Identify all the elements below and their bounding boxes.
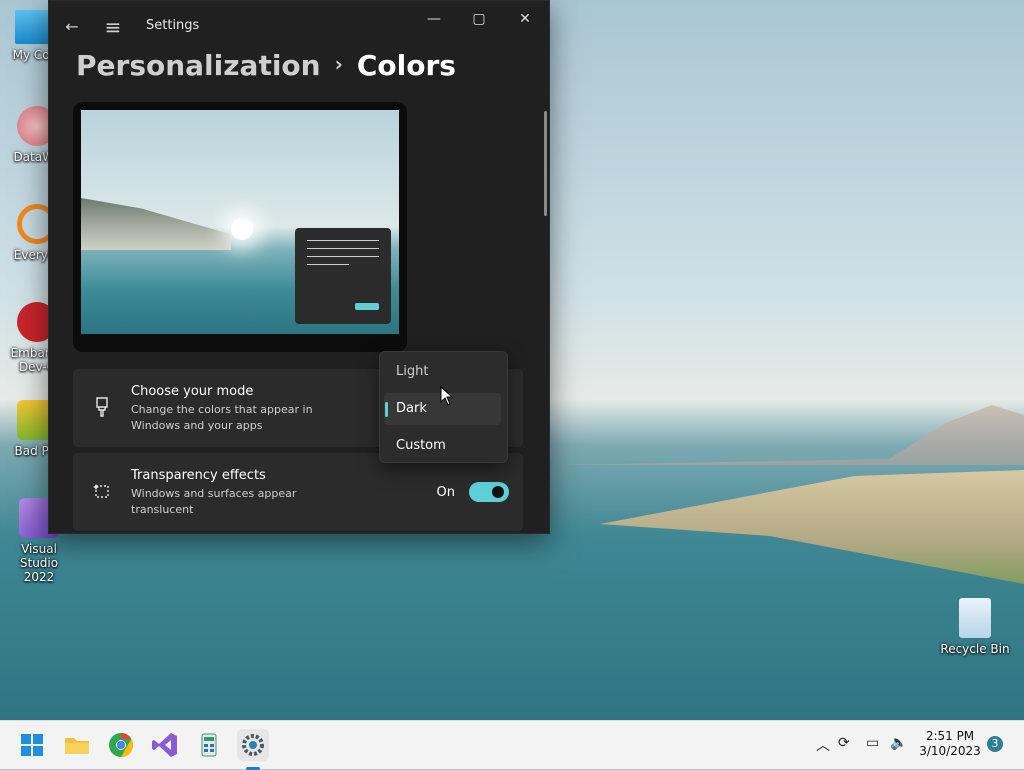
preview-text-line — [307, 264, 349, 265]
card-title: Choose your mode — [131, 384, 254, 399]
menu-icon[interactable]: ≡ — [101, 15, 125, 39]
preview-land — [81, 198, 231, 250]
settings-window: ← ≡ Settings — ▢ ✕ Personalization › Color… — [48, 0, 550, 534]
preview-text-line — [307, 248, 379, 249]
breadcrumb-parent-link[interactable]: Personalization — [76, 49, 321, 82]
desktop-icon-label: Recycle Bin — [940, 642, 1010, 656]
window-title: Settings — [146, 18, 200, 33]
toggle-knob — [492, 486, 504, 498]
start-icon — [21, 734, 43, 756]
preview-wallpaper — [81, 110, 399, 334]
clock-date: 3/10/2023 — [919, 744, 981, 758]
card-title: Transparency effects — [131, 468, 266, 483]
title-bar: ← ≡ Settings — ▢ ✕ — [49, 1, 549, 51]
desktop-icon-label-2: 2022 — [23, 570, 55, 584]
chrome-icon — [109, 733, 134, 757]
recycle-bin-icon — [959, 598, 991, 638]
file-explorer-icon — [65, 738, 89, 754]
breadcrumb: Personalization › Colors — [76, 49, 456, 82]
card-description: Change the colors that appear in Windows… — [131, 403, 313, 432]
show-hidden-icons-chevron-up-icon[interactable]: ︿ — [816, 735, 830, 755]
minimize-button[interactable]: — — [412, 7, 456, 31]
paintbrush-icon — [91, 397, 113, 419]
theme-preview — [73, 102, 407, 352]
clock-time: 2:51 PM — [925, 729, 975, 743]
dropdown-option-custom[interactable]: Custom — [384, 430, 501, 462]
desktop-icon-recycle-bin[interactable]: Recycle Bin — [937, 598, 1013, 656]
start-button[interactable] — [16, 729, 48, 761]
visual-studio-icon — [152, 733, 177, 757]
dropdown-option-label: Dark — [396, 401, 427, 416]
settings-button[interactable] — [237, 729, 269, 770]
preview-window-sample — [295, 228, 391, 324]
mode-dropdown-menu: Light Dark Custom — [379, 351, 508, 463]
mouse-cursor — [440, 386, 454, 406]
volume-icon[interactable]: 🔈 — [890, 735, 907, 751]
wallpaper-hills — [560, 405, 1024, 465]
settings-icon — [242, 734, 264, 756]
dropdown-option-light[interactable]: Light — [384, 356, 501, 388]
card-description: Windows and surfaces appear translucent — [131, 487, 297, 516]
network-icon[interactable]: ▭ — [866, 735, 879, 751]
back-icon[interactable]: ← — [60, 15, 84, 39]
calculator-icon — [201, 733, 217, 757]
chrome-button[interactable] — [105, 729, 137, 761]
sync-icon[interactable]: ⟳ — [838, 735, 850, 751]
preview-sun — [231, 218, 253, 240]
selection-indicator — [385, 402, 388, 417]
clock[interactable]: 2:51 PM 3/10/2023 — [915, 729, 985, 759]
file-explorer-button[interactable] — [61, 729, 93, 761]
desktop-icon-label: Visual Studio — [19, 542, 59, 570]
preview-accent-button — [355, 303, 379, 310]
scrollbar-thumb[interactable] — [544, 111, 547, 216]
taskbar: ︿ ⟳ ▭ 🔈 2:51 PM 3/10/2023 — [0, 720, 1024, 770]
maximize-button[interactable]: ▢ — [457, 7, 501, 31]
toggle-state-label: On — [436, 485, 455, 500]
transparency-card: Transparency effects Windows and surface… — [73, 453, 523, 531]
preview-text-line — [307, 240, 379, 241]
close-button[interactable]: ✕ — [503, 7, 547, 31]
transparency-toggle[interactable] — [469, 482, 509, 502]
chevron-right-icon: › — [334, 52, 343, 76]
visual-studio-button[interactable] — [149, 729, 181, 761]
calculator-button[interactable] — [193, 729, 225, 761]
preview-text-line — [307, 256, 379, 257]
wallpaper-shore — [600, 470, 1024, 584]
transparency-icon — [91, 481, 113, 503]
notification-badge[interactable]: 3 — [987, 736, 1003, 752]
page-title: Colors — [356, 49, 456, 82]
